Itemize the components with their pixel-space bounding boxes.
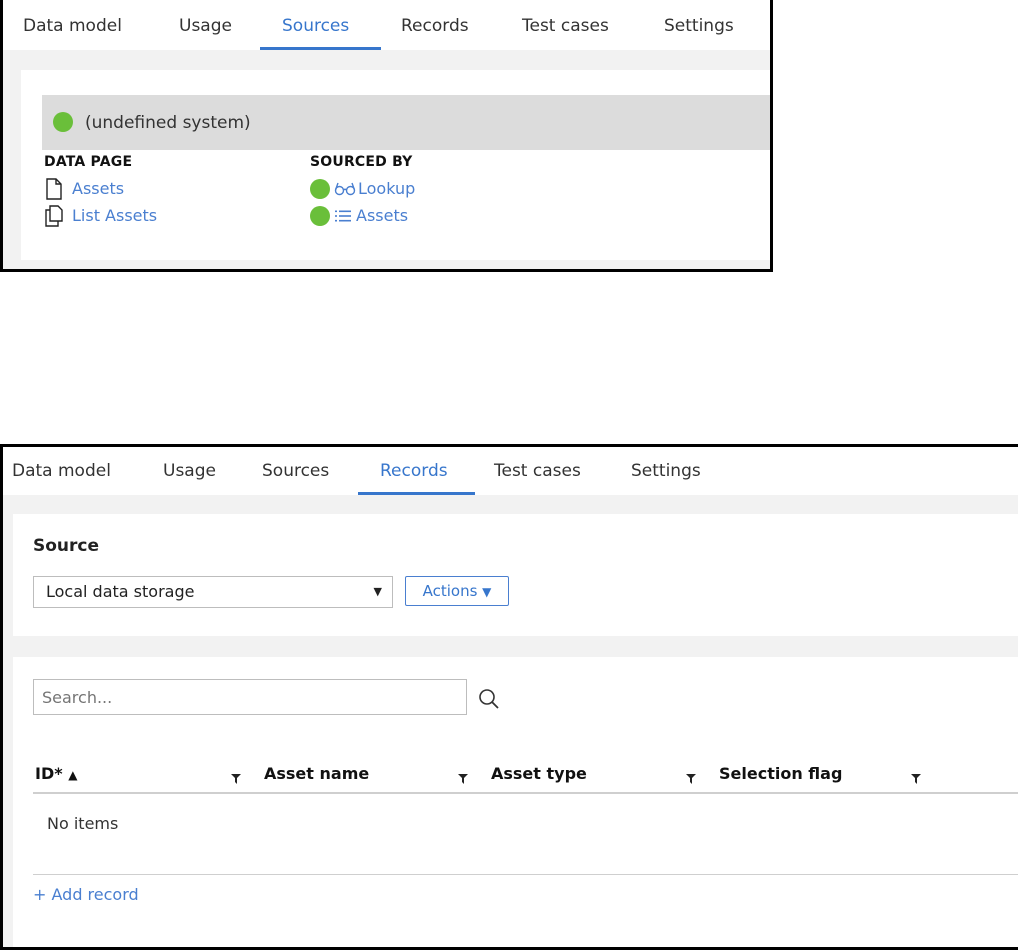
system-card: (undefined system) DATA PAGE SOURCED BY … bbox=[21, 70, 770, 260]
sources-panel: Data model Usage Sources Records Test ca… bbox=[0, 0, 773, 272]
records-list: ID* ▲ Asset name Asset type Selection fl… bbox=[13, 657, 1018, 947]
column-header-label: ID* bbox=[35, 764, 63, 783]
table-footer-divider bbox=[33, 874, 1018, 875]
data-page-link[interactable]: List Assets bbox=[72, 206, 157, 226]
glasses-icon bbox=[334, 182, 356, 196]
sourced-by-heading: SOURCED BY bbox=[310, 154, 413, 170]
tab-usage[interactable]: Usage bbox=[179, 0, 232, 50]
actions-button-label: Actions bbox=[422, 582, 478, 600]
column-header-asset-type[interactable]: Asset type bbox=[491, 764, 587, 783]
status-dot-icon bbox=[310, 206, 330, 226]
status-dot-icon bbox=[53, 112, 73, 132]
source-select[interactable]: Local data storage ▼ bbox=[33, 576, 393, 608]
column-header-asset-name[interactable]: Asset name bbox=[264, 764, 369, 783]
add-record-link[interactable]: + Add record bbox=[33, 885, 139, 904]
empty-state-message: No items bbox=[47, 814, 119, 833]
sourced-by-row[interactable]: Assets bbox=[310, 204, 408, 228]
sourced-by-row[interactable]: Lookup bbox=[310, 177, 415, 201]
filter-icon[interactable] bbox=[911, 769, 921, 788]
table-header-divider bbox=[33, 792, 1018, 794]
tab-sources[interactable]: Sources bbox=[282, 0, 349, 50]
system-name: (undefined system) bbox=[85, 113, 251, 133]
source-section: Source Local data storage ▼ Actions ▼ bbox=[13, 514, 1018, 636]
filter-icon[interactable] bbox=[458, 769, 468, 788]
list-icon bbox=[334, 209, 352, 223]
filter-icon[interactable] bbox=[686, 769, 696, 788]
active-tab-indicator bbox=[260, 47, 381, 50]
column-header-selection-flag[interactable]: Selection flag bbox=[719, 764, 842, 783]
tab-settings[interactable]: Settings bbox=[664, 0, 734, 50]
filter-icon[interactable] bbox=[231, 769, 241, 788]
dropdown-caret-icon: ▼ bbox=[482, 585, 492, 599]
data-page-link[interactable]: Assets bbox=[72, 179, 124, 199]
tab-settings[interactable]: Settings bbox=[631, 447, 701, 497]
sourced-by-link[interactable]: Lookup bbox=[358, 179, 415, 199]
sourced-by-link[interactable]: Assets bbox=[356, 206, 408, 226]
active-tab-indicator bbox=[358, 492, 475, 495]
tab-bar: Data model Usage Sources Records Test ca… bbox=[3, 0, 770, 50]
tab-records[interactable]: Records bbox=[380, 447, 448, 497]
tab-test-cases[interactable]: Test cases bbox=[522, 0, 609, 50]
document-icon bbox=[44, 178, 64, 200]
dropdown-caret-icon: ▼ bbox=[373, 585, 382, 598]
tab-sources[interactable]: Sources bbox=[262, 447, 329, 497]
documents-icon bbox=[44, 205, 64, 227]
tab-usage[interactable]: Usage bbox=[163, 447, 216, 497]
data-page-row[interactable]: List Assets bbox=[44, 204, 157, 228]
data-page-heading: DATA PAGE bbox=[44, 154, 133, 170]
data-page-row[interactable]: Assets bbox=[44, 177, 124, 201]
source-select-value: Local data storage bbox=[46, 582, 195, 601]
search-icon[interactable] bbox=[477, 687, 501, 715]
records-panel: Data model Usage Sources Records Test ca… bbox=[0, 444, 1018, 950]
search-input[interactable] bbox=[33, 679, 467, 715]
tab-test-cases[interactable]: Test cases bbox=[494, 447, 581, 497]
tab-data-model[interactable]: Data model bbox=[23, 0, 122, 50]
source-label: Source bbox=[33, 536, 100, 556]
sort-ascending-icon: ▲ bbox=[68, 768, 78, 782]
system-header: (undefined system) bbox=[42, 95, 770, 150]
tab-records[interactable]: Records bbox=[401, 0, 469, 50]
actions-button[interactable]: Actions ▼ bbox=[405, 576, 509, 606]
tab-bar: Data model Usage Sources Records Test ca… bbox=[3, 447, 1018, 495]
column-header-id[interactable]: ID* ▲ bbox=[35, 764, 77, 783]
status-dot-icon bbox=[310, 179, 330, 199]
tab-data-model[interactable]: Data model bbox=[12, 447, 111, 497]
